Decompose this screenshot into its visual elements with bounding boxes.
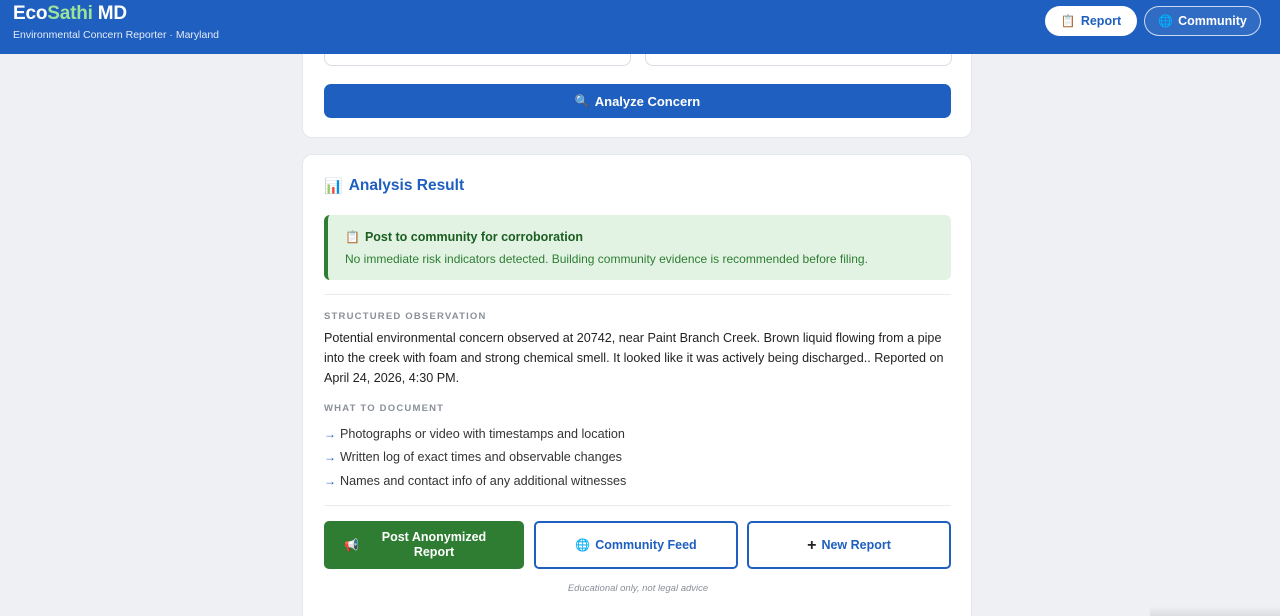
section-divider (324, 505, 951, 506)
app-subtitle: Environmental Concern Reporter · Marylan… (13, 29, 220, 41)
document-label: WHAT TO DOCUMENT (324, 403, 445, 414)
plus-icon: + (807, 536, 817, 554)
app-header: EcoSathi MD Environmental Concern Reporte… (0, 0, 1280, 54)
clipboard-icon: 📋 (345, 230, 360, 244)
brand-md-text: MD (97, 3, 127, 24)
report-nav-button[interactable]: 📋 Report (1045, 6, 1137, 36)
observation-label: STRUCTURED OBSERVATION (324, 311, 487, 322)
new-report-label: New Report (821, 537, 891, 552)
post-anonymized-report-button[interactable]: 📢 Post Anonymized Report (324, 521, 524, 569)
analyze-concern-label: Analyze Concern (594, 93, 701, 109)
analyze-concern-button[interactable]: 🔍 Analyze Concern (324, 84, 951, 118)
arrow-right-icon: → (324, 426, 336, 441)
community-nav-label: Community (1178, 14, 1247, 28)
list-item-text: Photographs or video with timestamps and… (340, 426, 625, 441)
globe-icon: 🌐 (1158, 14, 1174, 28)
brand-logo[interactable]: EcoSathi MD (13, 3, 127, 25)
alert-message: No immediate risk indicators detected. B… (345, 252, 868, 266)
alert-title: 📋 Post to community for corroboration (345, 230, 583, 244)
new-report-button[interactable]: + New Report (747, 521, 951, 569)
document-list: → Photographs or video with timestamps a… (324, 422, 626, 493)
community-feed-label: Community Feed (595, 537, 697, 552)
result-title-text: Analysis Result (348, 177, 465, 194)
globe-icon: 🌐 (575, 538, 591, 552)
list-item-text: Written log of exact times and observabl… (340, 450, 622, 465)
community-feed-button[interactable]: 🌐 Community Feed (534, 521, 738, 569)
arrow-right-icon: → (324, 450, 336, 465)
report-nav-label: Report (1080, 14, 1122, 28)
clipboard-icon: 📋 (1060, 14, 1076, 28)
corner-shadow (1150, 606, 1280, 616)
megaphone-icon: 📢 (344, 538, 359, 552)
bar-chart-icon: 📊 (324, 176, 343, 195)
analysis-result-card: 📊 Analysis Result 📋 Post to community fo… (302, 154, 972, 616)
recommendation-alert: 📋 Post to community for corroboration No… (324, 215, 951, 280)
alert-title-text: Post to community for corroboration (364, 230, 584, 244)
section-divider (324, 294, 951, 295)
brand-sathi-text: Sathi (47, 3, 93, 24)
magnifier-icon: 🔍 (574, 94, 590, 108)
observation-text: Potential environmental concern observed… (324, 331, 944, 385)
community-nav-button[interactable]: 🌐 Community (1144, 6, 1261, 36)
list-item: → Names and contact info of any addition… (324, 469, 626, 493)
post-anonymized-report-label: Post Anonymized Report (381, 530, 487, 559)
brand-eco-text: Eco (13, 3, 48, 24)
list-item: → Written log of exact times and observa… (324, 446, 626, 470)
result-title: 📊 Analysis Result (324, 177, 464, 195)
list-item: → Photographs or video with timestamps a… (324, 422, 626, 446)
list-item-text: Names and contact info of any additional… (340, 473, 627, 488)
legal-disclaimer: Educational only, not legal advice (567, 583, 709, 594)
arrow-right-icon: → (324, 473, 336, 488)
